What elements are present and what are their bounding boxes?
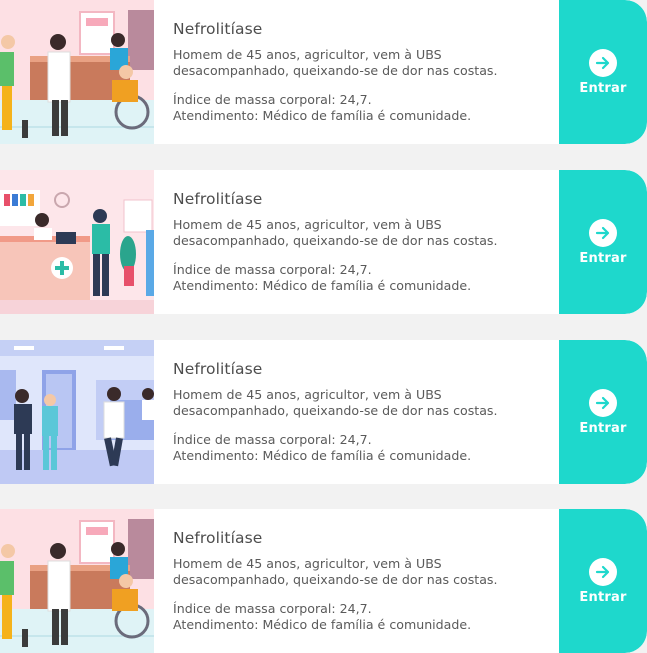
case-description: Homem de 45 anos, agricultor, vem à UBS (173, 387, 442, 402)
enter-button[interactable]: Entrar (559, 340, 647, 484)
case-description: desacompanhado, queixando-se de dor nas … (173, 403, 498, 418)
case-title: Nefrolitíase (173, 529, 263, 547)
case-list: Nefrolitíase Homem de 45 anos, agriculto… (0, 0, 647, 653)
enter-button-label: Entrar (579, 80, 627, 96)
case-bmi: Índice de massa corporal: 24,7. (173, 432, 372, 447)
case-title: Nefrolitíase (173, 20, 263, 38)
case-description: Homem de 45 anos, agricultor, vem à UBS (173, 47, 442, 62)
case-details: Nefrolitíase Homem de 45 anos, agriculto… (154, 170, 559, 314)
case-illustration (0, 170, 154, 314)
case-description: Homem de 45 anos, agricultor, vem à UBS (173, 556, 442, 571)
enter-button[interactable]: Entrar (559, 509, 647, 653)
case-bmi: Índice de massa corporal: 24,7. (173, 262, 372, 277)
case-card: Nefrolitíase Homem de 45 anos, agriculto… (0, 170, 647, 314)
case-card: Nefrolitíase Homem de 45 anos, agriculto… (0, 340, 647, 484)
case-care-type: Atendimento: Médico de família é comunid… (173, 108, 472, 123)
case-description: Homem de 45 anos, agricultor, vem à UBS (173, 217, 442, 232)
case-care-type: Atendimento: Médico de família é comunid… (173, 617, 472, 632)
case-title: Nefrolitíase (173, 360, 263, 378)
enter-button-label: Entrar (579, 250, 627, 266)
case-card: Nefrolitíase Homem de 45 anos, agriculto… (0, 0, 647, 144)
enter-button[interactable]: Entrar (559, 170, 647, 314)
arrow-right-circle-icon (589, 48, 617, 77)
case-description: desacompanhado, queixando-se de dor nas … (173, 63, 498, 78)
case-description: desacompanhado, queixando-se de dor nas … (173, 233, 498, 248)
case-care-type: Atendimento: Médico de família é comunid… (173, 448, 472, 463)
case-details: Nefrolitíase Homem de 45 anos, agriculto… (154, 0, 559, 144)
case-title: Nefrolitíase (173, 190, 263, 208)
case-details: Nefrolitíase Homem de 45 anos, agriculto… (154, 509, 559, 653)
case-bmi: Índice de massa corporal: 24,7. (173, 92, 372, 107)
arrow-right-circle-icon (589, 557, 617, 586)
enter-button[interactable]: Entrar (559, 0, 647, 144)
case-illustration (0, 0, 154, 144)
case-bmi: Índice de massa corporal: 24,7. (173, 601, 372, 616)
case-illustration (0, 509, 154, 653)
enter-button-label: Entrar (579, 589, 627, 605)
case-card: Nefrolitíase Homem de 45 anos, agriculto… (0, 509, 647, 653)
enter-button-label: Entrar (579, 420, 627, 436)
arrow-right-circle-icon (589, 218, 617, 247)
case-description: desacompanhado, queixando-se de dor nas … (173, 572, 498, 587)
case-care-type: Atendimento: Médico de família é comunid… (173, 278, 472, 293)
case-illustration (0, 340, 154, 484)
case-details: Nefrolitíase Homem de 45 anos, agriculto… (154, 340, 559, 484)
arrow-right-circle-icon (589, 388, 617, 417)
